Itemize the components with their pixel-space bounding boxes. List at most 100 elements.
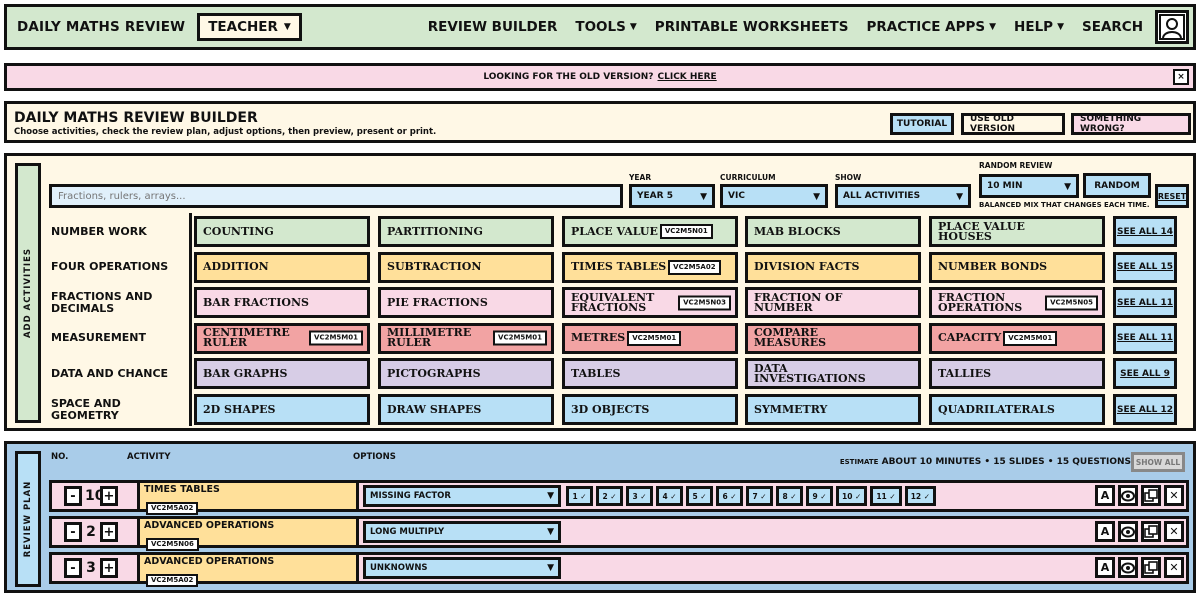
- activity-tile[interactable]: ADDITION: [194, 251, 370, 283]
- nav-link-practice-apps[interactable]: PRACTICE APPS ▼: [866, 19, 996, 35]
- curriculum-code-badge: VC2M5N03: [678, 295, 731, 311]
- preview-eye-icon[interactable]: [1118, 557, 1138, 578]
- activity-tile[interactable]: MAB BLOCKS: [745, 216, 921, 247]
- table-number-toggle[interactable]: 12 ✓: [904, 486, 937, 506]
- table-number-toggle[interactable]: 8 ✓: [776, 486, 803, 506]
- banner-click-here-link[interactable]: CLICK HERE: [658, 72, 717, 82]
- see-all-button[interactable]: SEE ALL 12: [1113, 394, 1177, 425]
- activity-tile[interactable]: FRACTION OPERATIONS VC2M5N05: [929, 287, 1105, 319]
- answer-toggle-icon[interactable]: A: [1095, 521, 1115, 542]
- activity-tile[interactable]: QUADRILATERALS: [929, 394, 1105, 425]
- activity-tile[interactable]: CENTIMETRE RULER VC2M5M01: [194, 322, 370, 354]
- nav-link-review-builder[interactable]: REVIEW BUILDER: [428, 19, 558, 35]
- decrement-button[interactable]: -: [64, 558, 82, 578]
- activity-search-input[interactable]: [49, 184, 623, 208]
- table-number-toggle[interactable]: 6 ✓: [716, 486, 743, 506]
- reset-button[interactable]: RESET: [1155, 184, 1189, 208]
- see-all-button[interactable]: SEE ALL 11: [1113, 287, 1177, 319]
- table-number-toggle[interactable]: 4 ✓: [656, 486, 683, 506]
- remove-icon[interactable]: ✕: [1164, 521, 1184, 542]
- activity-tile[interactable]: PLACE VALUE VC2M5N01: [562, 216, 738, 247]
- activity-tile[interactable]: PLACE VALUE HOUSES: [929, 216, 1105, 247]
- activity-tile[interactable]: COMPARE MEASURES: [745, 322, 921, 354]
- nav-link-search[interactable]: SEARCH: [1082, 19, 1143, 35]
- option-select[interactable]: UNKNOWNS ▼: [363, 557, 561, 579]
- something-wrong-button[interactable]: SOMETHING WRONG?: [1071, 113, 1191, 135]
- increment-button[interactable]: +: [100, 486, 118, 506]
- remove-icon[interactable]: ✕: [1164, 485, 1184, 506]
- use-old-version-button[interactable]: USE OLD VERSION: [961, 113, 1065, 135]
- activity-tile[interactable]: MILLIMETRE RULER VC2M5M01: [378, 322, 554, 354]
- duplicate-icon[interactable]: [1141, 521, 1161, 542]
- activity-tile[interactable]: BAR GRAPHS: [194, 358, 370, 390]
- plan-row: -2 + ADVANCED OPERATIONS VC2M5N06 LONG MULTI…: [49, 516, 1189, 551]
- close-icon[interactable]: ×: [1173, 69, 1189, 85]
- duplicate-icon[interactable]: [1141, 557, 1161, 578]
- activity-tile[interactable]: DATA INVESTIGATIONS: [745, 358, 921, 390]
- activity-tile[interactable]: DIVISION FACTS: [745, 251, 921, 283]
- nav-link-help[interactable]: HELP ▼: [1014, 19, 1064, 35]
- see-all-button[interactable]: SEE ALL 15: [1113, 251, 1177, 283]
- activity-tile[interactable]: FRACTION OF NUMBER: [745, 287, 921, 319]
- nav-link-printable-worksheets[interactable]: PRINTABLE WORKSHEETS: [655, 19, 849, 35]
- decrement-button[interactable]: -: [64, 522, 82, 542]
- activity-tile[interactable]: EQUIVALENT FRACTIONS VC2M5N03: [562, 287, 738, 319]
- increment-button[interactable]: +: [100, 558, 118, 578]
- activity-tile[interactable]: 3D OBJECTS: [562, 394, 738, 425]
- activity-tile[interactable]: 2D SHAPES: [194, 394, 370, 425]
- see-all-button[interactable]: SEE ALL 9: [1113, 358, 1177, 390]
- activity-tile[interactable]: DRAW SHAPES: [378, 394, 554, 425]
- see-all-button[interactable]: SEE ALL 11: [1113, 322, 1177, 354]
- answer-toggle-icon[interactable]: A: [1095, 485, 1115, 506]
- option-select[interactable]: LONG MULTIPLY ▼: [363, 521, 561, 543]
- banner-text: LOOKING FOR THE OLD VERSION?: [483, 72, 654, 82]
- curriculum-code-badge: VC2M5M01: [493, 330, 547, 346]
- count-stepper: -10 +: [52, 483, 137, 509]
- nav-link-tools[interactable]: TOOLS ▼: [575, 19, 636, 35]
- year-select[interactable]: YEAR 5 ▼: [629, 184, 715, 208]
- curriculum-select[interactable]: VIC ▼: [720, 184, 828, 208]
- show-filter-select[interactable]: ALL ACTIVITIES ▼: [835, 184, 971, 208]
- nav-links: REVIEW BUILDER TOOLS ▼ PRINTABLE WORKSHEETS…: [428, 19, 1143, 35]
- brand-logo[interactable]: DAILY MATHS REVIEW: [17, 19, 185, 35]
- activity-tile[interactable]: CAPACITY VC2M5M01: [929, 322, 1105, 354]
- tutorial-button[interactable]: TUTORIAL: [890, 113, 954, 135]
- activity-tile[interactable]: SUBTRACTION: [378, 251, 554, 283]
- activity-tile[interactable]: PIE FRACTIONS: [378, 287, 554, 319]
- preview-eye-icon[interactable]: [1118, 485, 1138, 506]
- table-number-toggle[interactable]: 2 ✓: [596, 486, 623, 506]
- user-account-button[interactable]: [1155, 10, 1189, 44]
- activity-tile[interactable]: METRES VC2M5M01: [562, 322, 738, 354]
- activity-tile[interactable]: PARTITIONING: [378, 216, 554, 247]
- activity-tile-label: CAPACITY: [938, 331, 1002, 345]
- table-number-toggle[interactable]: 1 ✓: [566, 486, 593, 506]
- see-all-button[interactable]: SEE ALL 14: [1113, 216, 1177, 247]
- activity-tile[interactable]: NUMBER BONDS: [929, 251, 1105, 283]
- option-select[interactable]: MISSING FACTOR ▼: [363, 485, 561, 507]
- show-all-button[interactable]: SHOW ALL: [1131, 452, 1185, 472]
- activity-tile[interactable]: COUNTING: [194, 216, 370, 247]
- preview-eye-icon[interactable]: [1118, 521, 1138, 542]
- table-number-toggle[interactable]: 3 ✓: [626, 486, 653, 506]
- duplicate-icon[interactable]: [1141, 485, 1161, 506]
- table-number-toggle[interactable]: 7 ✓: [746, 486, 773, 506]
- increment-button[interactable]: +: [100, 522, 118, 542]
- remove-icon[interactable]: ✕: [1164, 557, 1184, 578]
- answer-toggle-icon[interactable]: A: [1095, 557, 1115, 578]
- activity-tile[interactable]: BAR FRACTIONS: [194, 287, 370, 319]
- activity-tile[interactable]: TIMES TABLES VC2M5A02: [562, 251, 738, 283]
- activity-tile-label: TALLIES: [938, 366, 992, 380]
- random-duration-select[interactable]: 10 MIN ▼: [979, 174, 1079, 198]
- activity-tile[interactable]: SYMMETRY: [745, 394, 921, 425]
- activity-tile[interactable]: TABLES: [562, 358, 738, 390]
- table-number-toggle[interactable]: 5 ✓: [686, 486, 713, 506]
- random-button[interactable]: RANDOM: [1083, 173, 1151, 198]
- role-dropdown[interactable]: TEACHER ▼: [197, 13, 302, 41]
- table-number-toggle[interactable]: 9 ✓: [806, 486, 833, 506]
- activity-tile[interactable]: TALLIES: [929, 358, 1105, 390]
- table-number-toggle[interactable]: 10 ✓: [836, 486, 868, 506]
- activity-tile[interactable]: PICTOGRAPHS: [378, 358, 554, 390]
- table-number-toggle[interactable]: 11 ✓: [870, 486, 902, 506]
- decrement-button[interactable]: -: [64, 486, 82, 506]
- nav-link-label: PRINTABLE WORKSHEETS: [654, 19, 849, 35]
